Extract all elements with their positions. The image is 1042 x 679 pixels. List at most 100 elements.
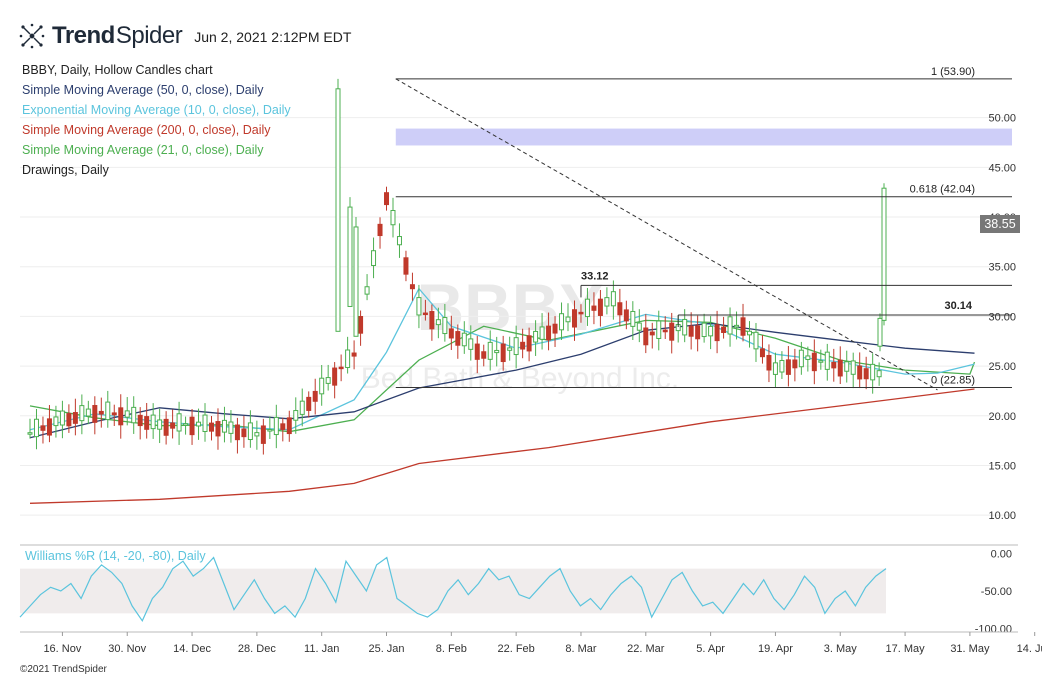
candle-body (377, 223, 383, 237)
candle-body (837, 359, 843, 377)
candle-body (247, 422, 253, 441)
candle-body (688, 325, 694, 337)
brand-name-light: Spider (115, 22, 183, 49)
candle-body (59, 410, 65, 426)
candle-body (299, 400, 305, 415)
resistance-level-label: 30.14 (944, 300, 972, 312)
candle-body (870, 363, 876, 381)
candle-body (877, 317, 883, 347)
candle-body (396, 236, 402, 246)
candle-body (409, 284, 415, 290)
candle-body (53, 416, 59, 427)
candle-body (189, 416, 195, 436)
candle-body (552, 323, 558, 334)
trendspider-logo-icon (19, 23, 45, 49)
candle-body (695, 325, 701, 340)
x-tick-label: 14. Dec (173, 643, 211, 655)
x-tick-label: 22. Mar (627, 643, 665, 655)
candle-body (571, 309, 577, 328)
candle-body (335, 88, 341, 332)
candle-body (662, 329, 668, 333)
candle-body (170, 422, 176, 429)
candle-body (747, 330, 753, 336)
candle-body (267, 429, 273, 432)
candle-body (338, 366, 344, 370)
candle-body (435, 319, 441, 326)
candle-body (221, 419, 227, 433)
legend-sma21[interactable]: Simple Moving Average (21, 0, close), Da… (22, 140, 291, 160)
candle-body (610, 291, 616, 307)
sma200-line (29, 388, 975, 504)
legend-sma200[interactable]: Simple Moving Average (200, 0, close), D… (22, 120, 291, 140)
candle-body (176, 413, 182, 432)
x-tick-label: 16. Nov (43, 643, 81, 655)
candle-body (66, 413, 72, 427)
candle-body (150, 414, 156, 430)
legend-drawings[interactable]: Drawings, Daily (22, 160, 291, 180)
candle-body (811, 352, 817, 372)
candle-body (701, 322, 707, 338)
x-tick-label: 17. May (885, 643, 925, 655)
candle-body (636, 322, 642, 331)
candle-body (559, 313, 565, 331)
x-tick-label: 31. May (950, 643, 990, 655)
candle-body (714, 324, 720, 342)
x-tick-label: 3. May (824, 643, 858, 655)
x-tick-label: 30. Nov (108, 643, 146, 655)
candle-body (850, 360, 856, 375)
candle-body (429, 311, 435, 330)
candle-body (721, 326, 727, 333)
candle-body (183, 423, 189, 426)
candle-body (364, 286, 370, 295)
candle-body (105, 401, 111, 421)
candle-body (163, 418, 169, 436)
candle-body (597, 298, 603, 316)
candle-body (507, 347, 513, 351)
candle-body (759, 348, 765, 358)
candle-body (202, 414, 208, 433)
candle-body (578, 311, 584, 315)
candle-body (260, 425, 266, 444)
candle-body (72, 412, 78, 424)
fib-level-label: 0.618 (42.04) (910, 184, 975, 196)
candle-body (319, 377, 325, 395)
candle-body (818, 360, 824, 363)
candle-body (656, 320, 662, 339)
candle-body (286, 417, 292, 435)
candle-body (798, 349, 804, 368)
x-tick-label: 8. Feb (436, 643, 467, 655)
candle-body (533, 330, 539, 343)
candle-body (669, 322, 675, 341)
candle-body (520, 341, 526, 350)
candle-body (727, 316, 733, 335)
watermark-name: Bed Bath & Beyond Inc. (361, 362, 680, 395)
candle-body (876, 370, 882, 378)
legend-ema10[interactable]: Exponential Moving Average (10, 0, close… (22, 100, 291, 120)
candle-body (513, 337, 519, 356)
candle-body (643, 327, 649, 346)
candle-body (306, 396, 312, 411)
x-tick-label: 5. Apr (696, 643, 725, 655)
candle-body (857, 365, 863, 380)
y-tick-label: 20.00 (988, 411, 1016, 423)
candle-body (347, 206, 353, 307)
legend-chart-title[interactable]: BBBY, Daily, Hollow Candles chart (22, 60, 291, 80)
candle-body (526, 335, 532, 352)
williams-r-label[interactable]: Williams %R (14, -20, -80), Daily (25, 549, 206, 563)
fib-level-label: 1 (53.90) (931, 66, 975, 78)
candle-body (844, 361, 850, 372)
x-tick-label: 28. Dec (238, 643, 276, 655)
chart-legend: BBBY, Daily, Hollow Candles chart Simple… (22, 60, 291, 180)
candle-body (215, 421, 221, 437)
candle-body (234, 424, 240, 441)
y-tick-label: 45.00 (988, 162, 1016, 174)
x-tick-label: 11. Jan (304, 643, 339, 655)
candle-body (500, 343, 506, 363)
candle-body (734, 324, 740, 328)
williams-r-tick-label: -50.00 (981, 586, 1012, 598)
legend-sma50[interactable]: Simple Moving Average (50, 0, close), Da… (22, 80, 291, 100)
candle-body (881, 187, 887, 321)
candle-body (46, 418, 52, 436)
candle-body (208, 422, 214, 432)
candle-body (33, 418, 39, 438)
